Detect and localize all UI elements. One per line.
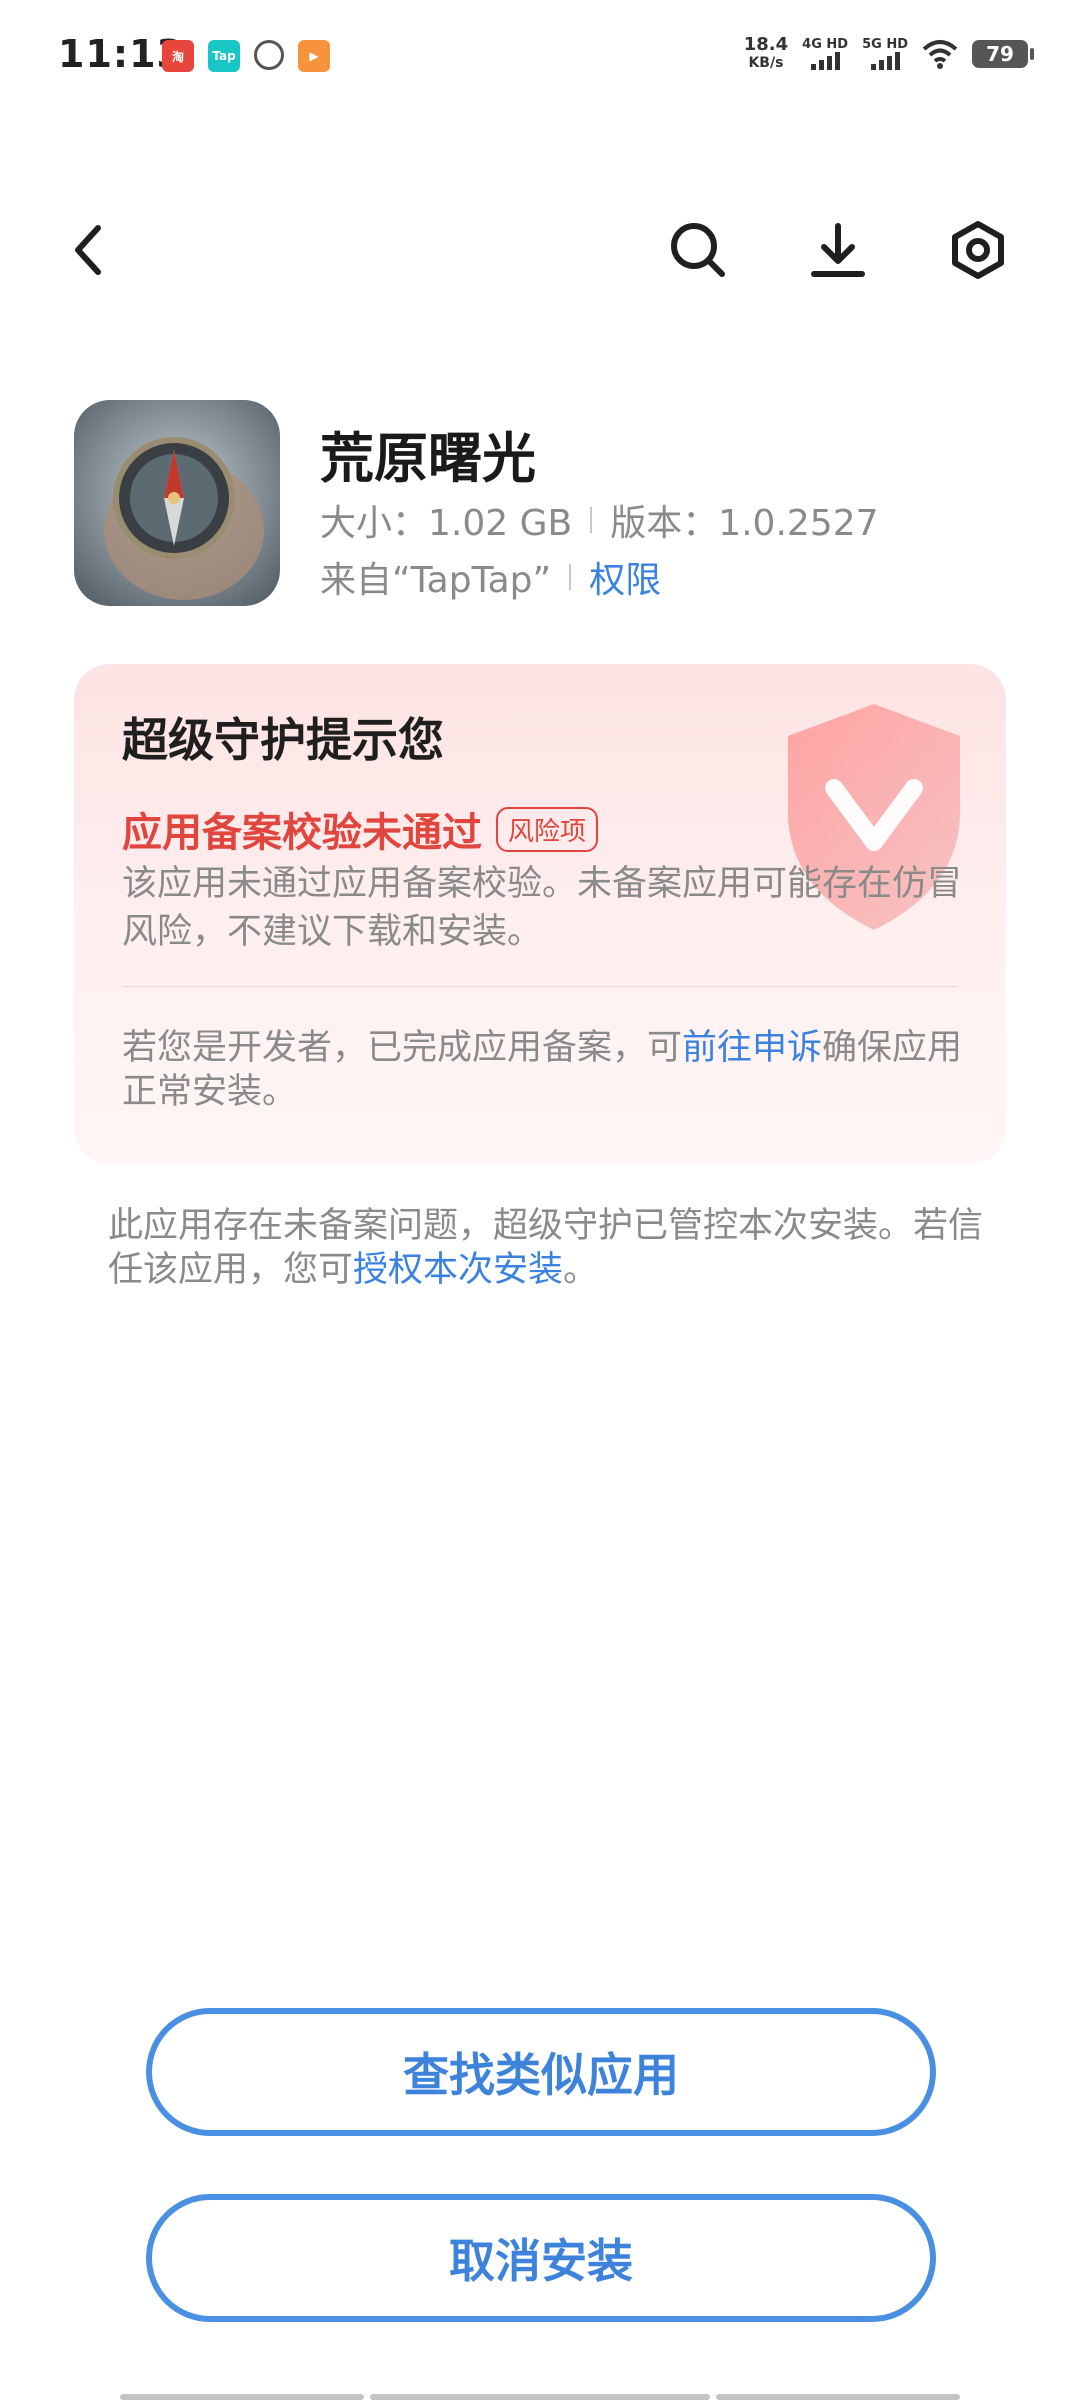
find-similar-apps-button[interactable]: 查找类似应用	[146, 2008, 936, 2136]
app-source: 来自“TapTap”	[320, 560, 552, 601]
security-warning-card: 超级守护提示您 应用备案校验未通过 风险项 该应用未通过应用备案校验。未备案应用…	[74, 664, 1006, 1164]
link-icon	[254, 40, 284, 70]
cancel-install-button[interactable]: 取消安装	[146, 2194, 936, 2322]
settings-button[interactable]	[946, 218, 1010, 282]
authorize-install-link[interactable]: 授权本次安装	[353, 1250, 563, 1290]
signal-bars-icon	[870, 52, 900, 70]
warning-description: 该应用未通过应用备案校验。未备案应用可能存在仿冒风险，不建议下载和安装。	[122, 864, 963, 952]
developer-note: 若您是开发者，已完成应用备案，可前往申诉确保应用正常安装。	[122, 1026, 982, 1114]
install-notice: 此应用存在未备案问题，超级守护已管控本次安装。若信任该应用，您可授权本次安装。	[108, 1204, 988, 1292]
compass-icon	[104, 437, 264, 600]
app-size: 大小：1.02 GB	[320, 503, 573, 544]
status-bar: 11:13 淘 Tap ▶ 18.4 KB/s 4G HD 5G HD 79	[0, 0, 1080, 110]
signal-4g-label: 4G HD	[802, 37, 849, 52]
divider	[590, 507, 593, 533]
warning-title: 应用备案校验未通过	[122, 810, 482, 856]
settings-icon	[952, 221, 1004, 279]
app-version: 版本：1.0.2527	[610, 503, 879, 544]
permissions-link[interactable]: 权限	[589, 551, 661, 603]
taobao-icon: 淘	[162, 40, 194, 72]
signal-bars-icon	[810, 52, 840, 70]
gesture-bar	[120, 2394, 960, 2400]
appeal-link[interactable]: 前往申诉	[682, 1028, 822, 1068]
app-icon	[74, 400, 280, 606]
signal-5g-label: 5G HD	[862, 37, 908, 52]
back-button[interactable]	[56, 218, 120, 282]
app-meta-size-version: 大小：1.02 GB 版本：1.0.2527	[320, 494, 879, 546]
app-meta-source: 来自“TapTap” 权限	[320, 551, 661, 603]
risk-badge: 风险项	[496, 806, 599, 852]
app-name: 荒原曙光	[320, 427, 536, 490]
developer-note-prefix: 若您是开发者，已完成应用备案，可	[122, 1028, 683, 1068]
search-button[interactable]	[666, 218, 730, 282]
network-speed: 18.4 KB/s	[744, 36, 788, 72]
download-icon	[811, 223, 865, 277]
wifi-icon	[922, 40, 958, 69]
battery-level: 79	[986, 42, 1014, 66]
signal-5g: 5G HD	[862, 38, 908, 70]
video-icon: ▶	[298, 40, 330, 72]
back-icon	[75, 225, 101, 275]
warning-row: 应用备案校验未通过 风险项	[122, 800, 599, 858]
signal-4g: 4G HD	[802, 38, 848, 70]
search-icon	[671, 223, 725, 277]
notice-suffix: 。	[563, 1250, 599, 1290]
notification-icons: 淘 Tap ▶	[162, 40, 330, 72]
network-speed-unit: KB/s	[748, 55, 784, 71]
card-title: 超级守护提示您	[122, 713, 444, 767]
top-nav	[0, 200, 1080, 300]
download-button[interactable]	[806, 218, 870, 282]
battery-icon: 79	[972, 40, 1034, 68]
network-speed-value: 18.4	[743, 34, 789, 55]
card-divider	[122, 986, 958, 987]
divider	[569, 564, 572, 590]
tap-icon: Tap	[208, 40, 240, 72]
